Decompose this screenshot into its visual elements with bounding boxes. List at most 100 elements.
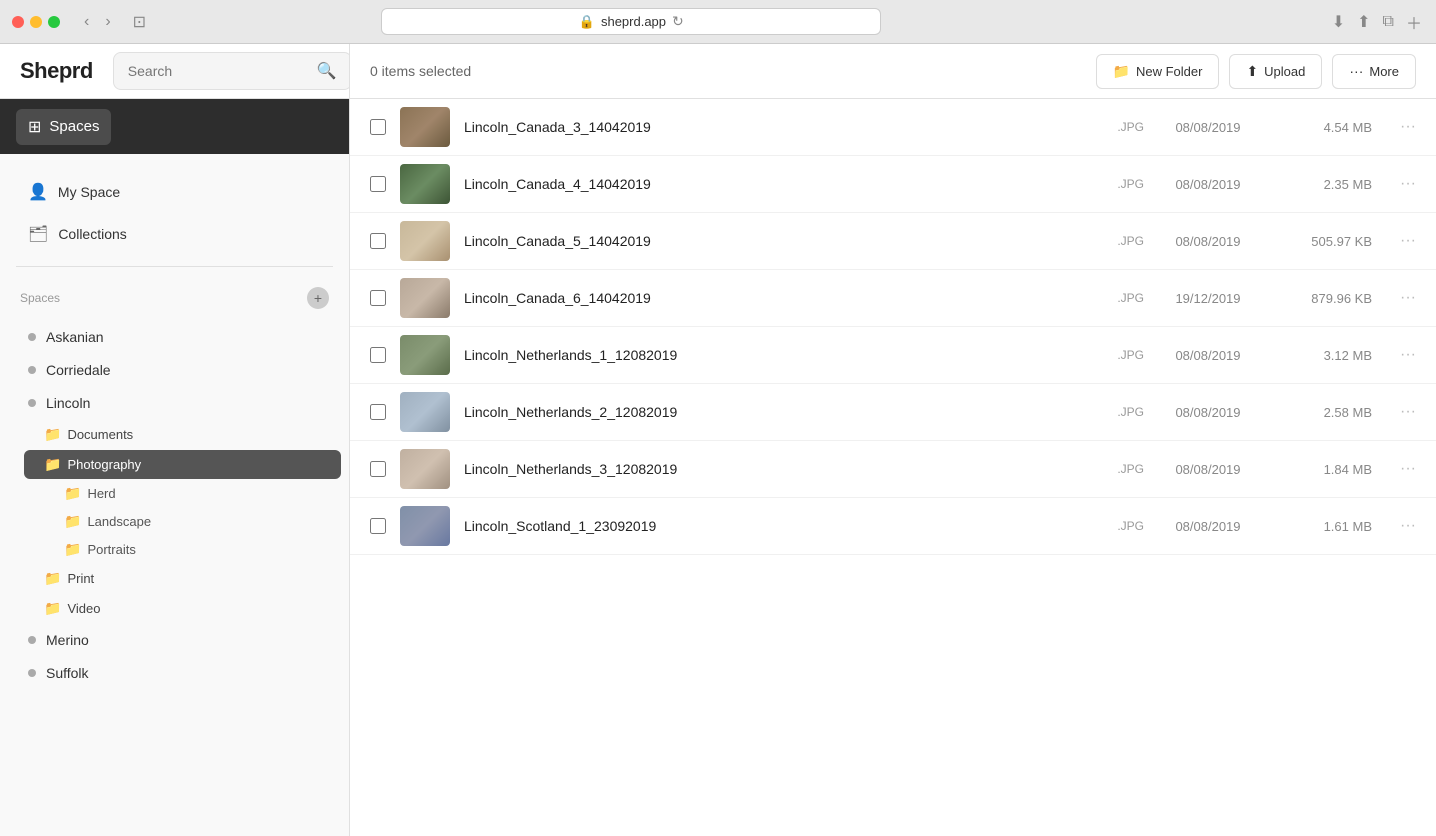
table-row[interactable]: Lincoln_Canada_6_14042019 .JPG 19/12/201… <box>350 270 1436 327</box>
sidebar-item-myspace[interactable]: 👤 My Space <box>8 172 341 212</box>
file-thumbnail <box>400 449 450 489</box>
folder-icon: 📁 <box>44 570 61 587</box>
file-more-button[interactable]: ··· <box>1386 403 1416 421</box>
folder-name: Print <box>67 571 94 586</box>
table-row[interactable]: Lincoln_Scotland_1_23092019 .JPG 08/08/2… <box>350 498 1436 555</box>
forward-button[interactable]: › <box>99 11 116 33</box>
spaces-nav: ⊞ Spaces <box>0 99 349 154</box>
space-item-merino[interactable]: Merino <box>8 624 341 656</box>
folder-item-print[interactable]: 📁 Print <box>24 564 341 593</box>
close-button[interactable] <box>12 16 24 28</box>
space-item-suffolk[interactable]: Suffolk <box>8 657 341 689</box>
space-name: Lincoln <box>46 395 90 411</box>
photography-subfolder-tree: 📁 Herd 📁 Landscape 📁 Portraits <box>16 480 349 563</box>
file-checkbox-1[interactable] <box>370 176 386 192</box>
add-space-button[interactable]: + <box>307 287 329 309</box>
file-date: 08/08/2019 <box>1158 405 1258 420</box>
file-name: Lincoln_Netherlands_1_12082019 <box>464 347 1070 363</box>
file-more-button[interactable]: ··· <box>1386 346 1416 364</box>
more-button[interactable]: ··· More <box>1332 54 1416 89</box>
app: Sheprd 🔍 👤 Admin ▾ 🔔 ··· ⊞ <box>0 44 1436 836</box>
folder-name: Video <box>67 601 100 616</box>
file-type: .JPG <box>1084 348 1144 362</box>
folder-icon: 📁 <box>64 513 81 530</box>
share-button[interactable]: ⬆ <box>1355 8 1372 36</box>
file-name: Lincoln_Canada_5_14042019 <box>464 233 1070 249</box>
new-folder-label: New Folder <box>1136 64 1202 79</box>
maximize-button[interactable] <box>48 16 60 28</box>
download-button[interactable]: ⬇ <box>1330 8 1347 36</box>
divider <box>16 266 333 267</box>
subfolder-item-herd[interactable]: 📁 Herd <box>44 480 341 507</box>
file-type: .JPG <box>1084 519 1144 533</box>
file-type: .JPG <box>1084 177 1144 191</box>
space-item-lincoln[interactable]: Lincoln <box>8 387 341 419</box>
file-more-button[interactable]: ··· <box>1386 175 1416 193</box>
new-folder-icon: 📁 <box>1113 63 1130 80</box>
file-more-button[interactable]: ··· <box>1386 460 1416 478</box>
table-row[interactable]: Lincoln_Canada_3_14042019 .JPG 08/08/201… <box>350 99 1436 156</box>
file-date: 19/12/2019 <box>1158 291 1258 306</box>
logo: Sheprd <box>20 58 93 84</box>
file-thumbnail <box>400 164 450 204</box>
file-more-button[interactable]: ··· <box>1386 289 1416 307</box>
lock-icon: 🔒 <box>579 14 595 30</box>
table-row[interactable]: Lincoln_Canada_5_14042019 .JPG 08/08/201… <box>350 213 1436 270</box>
file-name: Lincoln_Scotland_1_23092019 <box>464 518 1070 534</box>
collections-label: Collections <box>58 226 126 242</box>
file-checkbox-7[interactable] <box>370 518 386 534</box>
file-date: 08/08/2019 <box>1158 120 1258 135</box>
reload-button[interactable]: ↻ <box>672 13 684 30</box>
space-dot <box>28 669 36 677</box>
file-more-button[interactable]: ··· <box>1386 232 1416 250</box>
table-row[interactable]: Lincoln_Netherlands_3_12082019 .JPG 08/0… <box>350 441 1436 498</box>
main-content: 0 items selected 📁 New Folder ⬆ Upload ·… <box>350 44 1436 836</box>
pip-button[interactable]: ⧉ <box>1381 8 1396 36</box>
subfolder-item-landscape[interactable]: 📁 Landscape <box>44 508 341 535</box>
space-dot <box>28 366 36 374</box>
folder-icon: 📁 <box>44 456 61 473</box>
back-button[interactable]: ‹ <box>78 11 95 33</box>
spaces-nav-item[interactable]: ⊞ Spaces <box>16 109 111 145</box>
sidebar-item-collections[interactable]: 🗂 Collections <box>8 214 341 254</box>
folder-item-documents[interactable]: 📁 Documents <box>24 420 341 449</box>
sidebar-toggle-button[interactable]: ⊡ <box>127 10 152 34</box>
subfolder-item-portraits[interactable]: 📁 Portraits <box>44 536 341 563</box>
file-size: 1.61 MB <box>1272 519 1372 534</box>
space-name: Askanian <box>46 329 104 345</box>
space-item-corriedale[interactable]: Corriedale <box>8 354 341 386</box>
new-folder-button[interactable]: 📁 New Folder <box>1096 54 1220 89</box>
file-name: Lincoln_Netherlands_2_12082019 <box>464 404 1070 420</box>
file-name: Lincoln_Canada_6_14042019 <box>464 290 1070 306</box>
file-more-button[interactable]: ··· <box>1386 517 1416 535</box>
upload-icon: ⬆ <box>1246 63 1258 80</box>
file-checkbox-5[interactable] <box>370 404 386 420</box>
subfolder-name: Portraits <box>87 542 135 557</box>
file-checkbox-4[interactable] <box>370 347 386 363</box>
folder-icon: 📁 <box>64 541 81 558</box>
file-checkbox-2[interactable] <box>370 233 386 249</box>
myspace-icon: 👤 <box>28 182 48 202</box>
space-item-askanian[interactable]: Askanian <box>8 321 341 353</box>
file-checkbox-6[interactable] <box>370 461 386 477</box>
sidebar: Sheprd 🔍 👤 Admin ▾ 🔔 ··· ⊞ <box>0 44 350 836</box>
folder-item-photography[interactable]: 📁 Photography <box>24 450 341 479</box>
folder-item-video[interactable]: 📁 Video <box>24 594 341 623</box>
table-row[interactable]: Lincoln_Netherlands_2_12082019 .JPG 08/0… <box>350 384 1436 441</box>
search-input[interactable] <box>128 63 309 79</box>
file-type: .JPG <box>1084 462 1144 476</box>
table-row[interactable]: Lincoln_Canada_4_14042019 .JPG 08/08/201… <box>350 156 1436 213</box>
file-size: 879.96 KB <box>1272 291 1372 306</box>
upload-button[interactable]: ⬆ Upload <box>1229 54 1322 89</box>
file-checkbox-3[interactable] <box>370 290 386 306</box>
new-tab-button[interactable]: ＋ <box>1404 8 1424 36</box>
search-bar[interactable]: 🔍 <box>113 52 350 90</box>
more-icon: ··· <box>1349 63 1363 79</box>
table-row[interactable]: Lincoln_Netherlands_1_12082019 .JPG 08/0… <box>350 327 1436 384</box>
minimize-button[interactable] <box>30 16 42 28</box>
search-icon: 🔍 <box>317 61 337 81</box>
file-more-button[interactable]: ··· <box>1386 118 1416 136</box>
file-size: 4.54 MB <box>1272 120 1372 135</box>
grid-icon: ⊞ <box>28 117 41 137</box>
file-checkbox-0[interactable] <box>370 119 386 135</box>
